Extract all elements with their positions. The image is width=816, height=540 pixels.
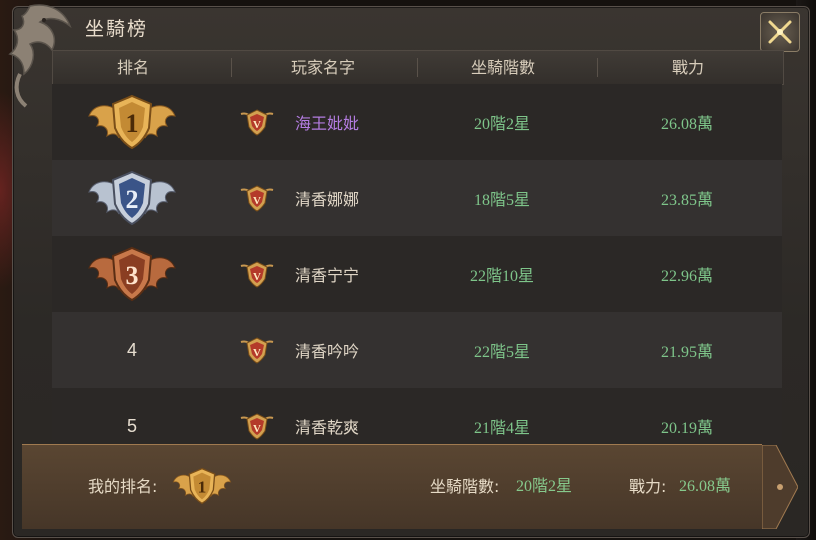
table-row[interactable]: 1 V 海王妣妣 20階2星 26.08萬: [52, 84, 782, 160]
table-row[interactable]: 4 V 清香吟吟 22階5星 21.95萬: [52, 312, 782, 388]
svg-text:V: V: [253, 347, 261, 359]
mount-tier-cell: 21階4星: [437, 388, 567, 444]
header-player-name: 玩家名字: [290, 58, 355, 77]
power-value: 23.85萬: [660, 192, 713, 209]
mount-tier-cell: 18階5星: [437, 160, 567, 236]
svg-text:V: V: [253, 119, 261, 131]
header-power: 戰力: [671, 58, 704, 77]
player-name-cell: 清香娜娜: [282, 160, 372, 236]
vip-cell: V: [237, 312, 277, 388]
player-name: 海王妣妣: [294, 114, 359, 133]
arrow-ornament-icon: [762, 445, 798, 529]
gold-rank-badge-icon: 1: [172, 467, 232, 505]
mount-tier-value: 21階4星: [473, 420, 530, 437]
power-cell: 21.95萬: [622, 312, 752, 388]
table-row[interactable]: 2 V 清香娜娜 18階5星 23.85萬: [52, 160, 782, 236]
table-header: 排名 玩家名字 坐騎階數 戰力: [52, 50, 784, 85]
player-name-cell: 清香宁宁: [282, 236, 372, 312]
header-rank: 排名: [116, 58, 149, 77]
player-name-cell: 清香乾爽: [282, 388, 372, 444]
my-mount-value: 20階2星: [516, 478, 573, 495]
rank-cell: 4: [82, 312, 182, 388]
svg-text:V: V: [253, 271, 261, 283]
rank-cell: 2: [82, 160, 182, 236]
mount-tier-cell: 22階5星: [437, 312, 567, 388]
player-name-cell: 清香吟吟: [282, 312, 372, 388]
vip-shield-icon: V: [240, 261, 274, 288]
player-name: 清香娜娜: [294, 190, 359, 209]
rank-number: 4: [126, 339, 137, 360]
my-power-value: 26.08萬: [679, 478, 732, 495]
header-mount-tier: 坐騎階數: [470, 58, 535, 77]
bronze-rank-badge-icon: 3: [88, 246, 176, 302]
vip-shield-icon: V: [240, 185, 274, 212]
power-cell: 23.85萬: [622, 160, 752, 236]
vip-shield-icon: V: [240, 413, 274, 440]
my-rank-badge: 1: [172, 465, 232, 511]
rank-cell: 1: [82, 84, 182, 160]
table-row[interactable]: 5 V 清香乾爽 21階4星 20.19萬: [52, 388, 782, 444]
rank-number: 5: [126, 415, 137, 436]
vip-cell: V: [237, 388, 277, 444]
table-row[interactable]: 3 V 清香宁宁 22階10星 22.96萬: [52, 236, 782, 312]
player-name: 清香乾爽: [294, 418, 359, 437]
rank-cell: 3: [82, 236, 182, 312]
ranking-list[interactable]: 1 V 海王妣妣 20階2星 26.08萬 2 V 清香娜娜 18階5星 23.…: [52, 84, 782, 444]
vip-shield-icon: V: [240, 109, 274, 136]
badge-number: 3: [126, 261, 139, 290]
player-name: 清香吟吟: [294, 342, 359, 361]
svg-text:1: 1: [198, 478, 207, 497]
gold-rank-badge-icon: 1: [88, 94, 176, 150]
mount-tier-cell: 20階2星: [437, 84, 567, 160]
my-rank-label: 我的排名:: [88, 477, 158, 496]
power-cell: 20.19萬: [622, 388, 752, 444]
rank-cell: 5: [82, 388, 182, 444]
my-rank-bar: 我的排名: 1 坐騎階數: 20階2星 戰力: 26.08萬: [22, 444, 798, 529]
my-mount-label: 坐騎階數:: [430, 477, 500, 496]
player-name-cell: 海王妣妣: [282, 84, 372, 160]
power-cell: 26.08萬: [622, 84, 752, 160]
badge-number: 1: [126, 109, 139, 138]
svg-text:V: V: [253, 195, 261, 207]
svg-text:V: V: [253, 423, 261, 435]
power-value: 22.96萬: [660, 268, 713, 285]
mount-tier-cell: 22階10星: [437, 236, 567, 312]
vip-cell: V: [237, 236, 277, 312]
close-button[interactable]: [760, 12, 800, 52]
power-cell: 22.96萬: [622, 236, 752, 312]
power-value: 21.95萬: [660, 344, 713, 361]
mount-tier-value: 22階10星: [469, 268, 534, 285]
badge-number: 2: [126, 185, 139, 214]
vip-cell: V: [237, 84, 277, 160]
vip-cell: V: [237, 160, 277, 236]
close-icon: [768, 20, 792, 44]
player-name: 清香宁宁: [294, 266, 359, 285]
window-title: 坐騎榜: [85, 18, 149, 40]
mount-tier-value: 18階5星: [473, 192, 530, 209]
vip-shield-icon: V: [240, 337, 274, 364]
my-power-label: 戰力:: [629, 477, 667, 496]
power-value: 26.08萬: [660, 116, 713, 133]
power-value: 20.19萬: [660, 420, 713, 437]
mount-tier-value: 20階2星: [473, 116, 530, 133]
mount-tier-value: 22階5星: [473, 344, 530, 361]
silver-rank-badge-icon: 2: [88, 170, 176, 226]
